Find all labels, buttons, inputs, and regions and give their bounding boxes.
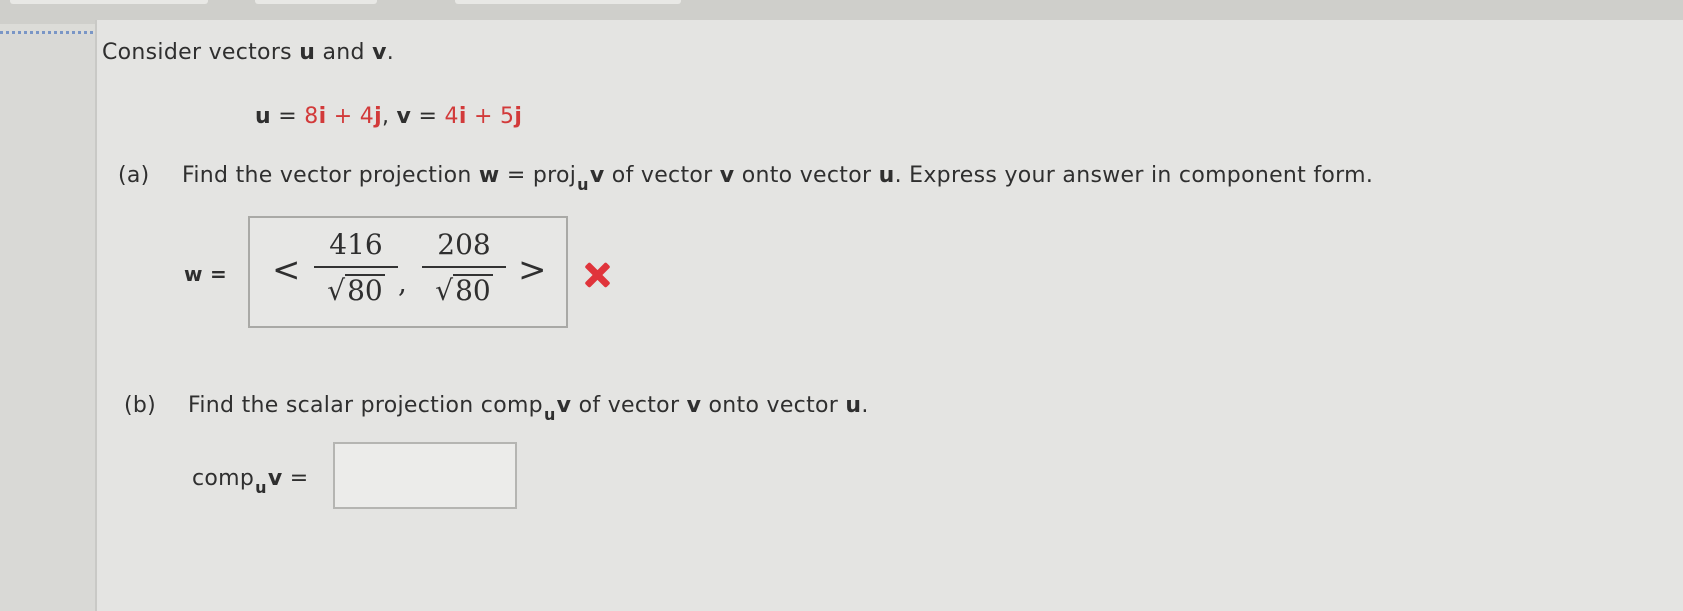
part-b-prompt: Find the scalar projection compuv of vec… <box>188 393 869 424</box>
fraction-1: 416 √80 <box>314 230 398 306</box>
browser-tab[interactable] <box>455 0 681 4</box>
comp-answer-input[interactable] <box>333 442 517 509</box>
numerator-1: 416 <box>329 228 383 261</box>
sqrt-icon: √ <box>327 274 346 307</box>
w-answer-input[interactable]: < 416 √80 , 208 √80 > <box>248 216 568 328</box>
fraction-bar <box>422 266 506 268</box>
close-bracket: > <box>518 250 547 290</box>
numerator-2: 208 <box>437 228 491 261</box>
part-a-label: (a) <box>118 163 150 188</box>
part-b-label: (b) <box>124 393 157 418</box>
given-vectors: u = 8i + 4j, v = 4i + 5j <box>255 104 523 129</box>
comp-answer-label: compuv = <box>192 466 309 497</box>
browser-tab[interactable] <box>10 0 208 4</box>
left-margin <box>0 34 95 611</box>
fraction-2: 208 √80 <box>422 230 506 306</box>
comma: , <box>398 266 407 299</box>
fraction-bar <box>314 266 398 268</box>
denominator-1: √80 <box>327 274 385 307</box>
open-bracket: < <box>272 250 301 290</box>
w-answer-label: w = <box>184 262 228 286</box>
part-a-prompt: Find the vector projection w = projuv of… <box>182 163 1374 194</box>
browser-tab[interactable] <box>255 0 377 4</box>
sqrt-icon: √ <box>435 274 454 307</box>
denominator-2: √80 <box>435 274 493 307</box>
x-icon <box>584 262 610 288</box>
question-intro: Consider vectors u and v. <box>102 40 395 65</box>
